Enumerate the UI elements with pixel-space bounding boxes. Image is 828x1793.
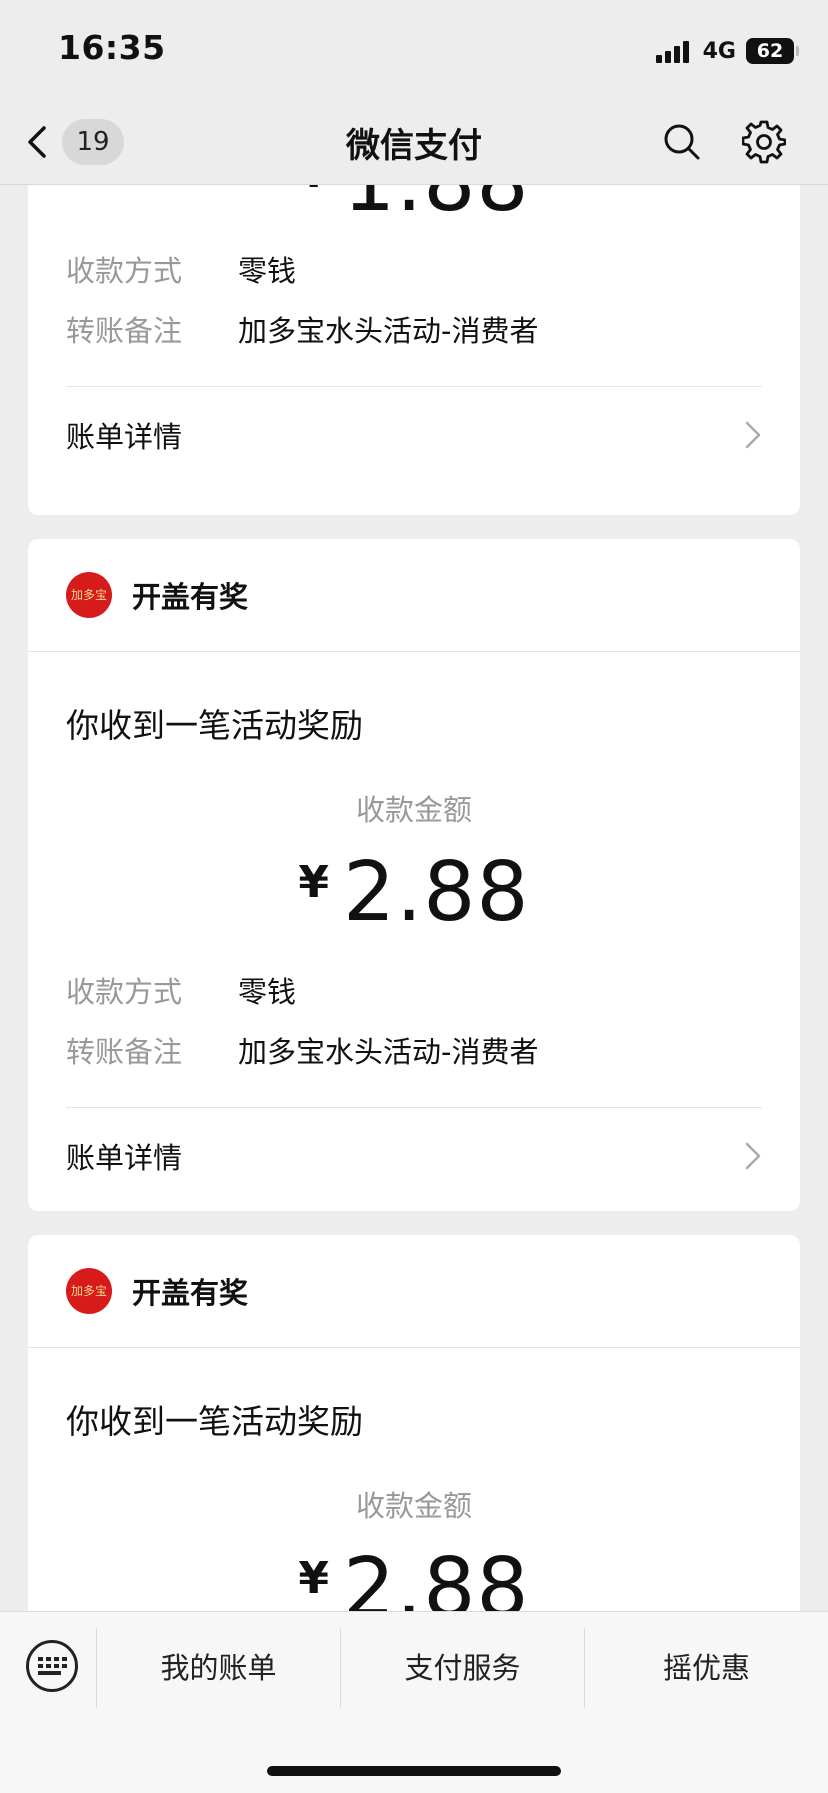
back-arrow-icon [28,126,46,158]
keyboard-icon [37,1657,67,1675]
payment-card: 加多宝 开盖有奖 你收到一笔活动奖励 收款金额 ¥2.88 收款方式 零钱 转账… [28,539,800,1211]
amount-label: 收款金额 [355,1489,472,1523]
brand-logo-text: 加多宝 [70,587,107,602]
transfer-note-label: 转账备注 [66,314,183,348]
divider [66,386,762,387]
payment-method-value: 零钱 [238,975,297,1009]
amount: ¥2.88 [28,1541,800,1611]
transfer-note-value: 加多宝水头活动-消费者 [238,314,539,348]
battery-icon: 62 [746,38,799,64]
status-time: 16:35 [58,28,166,67]
brand-logo: 加多宝 [66,1268,112,1314]
transfer-note-row: 转账备注 加多宝水头活动-消费者 [66,308,538,350]
search-button[interactable] [658,118,706,166]
payment-card: 加多宝 开盖有奖 你收到一笔活动奖励 收款金额 ¥2.88 [28,1235,800,1611]
chevron-right-icon [745,1142,761,1170]
brand-logo: 加多宝 [66,572,112,618]
bill-detail-link[interactable]: 账单详情 [66,1128,762,1184]
chevron-right-icon [745,421,761,449]
nav-bar: 19 微信支付 [0,100,828,185]
amount-value: 2.88 [343,845,530,940]
status-bar: 16:35 4G 62 [0,0,828,100]
message-title: 你收到一笔活动奖励 [66,706,363,745]
brand-logo-text: 加多宝 [70,1283,107,1298]
payment-method-row: 收款方式 零钱 [66,969,296,1011]
bill-detail-label: 账单详情 [66,1141,183,1175]
amount-label: 收款金额 [355,793,472,827]
amount-value: 1.88 [343,185,530,230]
home-indicator[interactable] [267,1766,561,1776]
card-header[interactable]: 加多宝 开盖有奖 [28,1235,800,1348]
currency-symbol: ¥ [298,1553,330,1604]
payment-method-label: 收款方式 [66,975,183,1009]
payment-method-label: 收款方式 [66,254,183,288]
tab-my-bills[interactable]: 我的账单 [97,1626,340,1706]
signal-icon [655,39,689,63]
battery-level: 62 [756,40,784,62]
message-title: 你收到一笔活动奖励 [66,1402,363,1441]
payment-method-row: 收款方式 零钱 [66,248,296,290]
brand-name: 开盖有奖 [132,580,249,614]
currency-symbol: ¥ [298,857,330,908]
card-header[interactable]: 加多宝 开盖有奖 [28,539,800,652]
tab-payment-services[interactable]: 支付服务 [341,1626,584,1706]
back-button[interactable]: 19 [22,114,124,170]
brand-name: 开盖有奖 [132,1276,249,1310]
transfer-note-row: 转账备注 加多宝水头活动-消费者 [66,1029,538,1071]
gear-icon [742,120,786,164]
transfer-note-label: 转账备注 [66,1035,183,1069]
tab-shake-deals[interactable]: 摇优惠 [585,1626,828,1706]
bill-detail-label: 账单详情 [66,420,183,454]
search-icon [664,124,700,160]
bill-detail-link[interactable]: 账单详情 [66,407,762,463]
divider [66,1107,762,1108]
keyboard-button[interactable] [26,1640,78,1692]
transfer-note-value: 加多宝水头活动-消费者 [238,1035,539,1069]
amount: ¥1.88 [28,185,800,230]
unread-badge: 19 [62,119,124,165]
status-indicators: 4G 62 [655,34,799,68]
message-list[interactable]: ¥1.88 收款方式 零钱 转账备注 加多宝水头活动-消费者 账单详情 加多宝 … [0,185,828,1611]
settings-button[interactable] [740,118,788,166]
amount-value: 2.88 [343,1541,530,1611]
payment-method-value: 零钱 [238,254,297,288]
network-type: 4G [702,38,736,64]
amount: ¥2.88 [28,845,800,940]
currency-symbol: ¥ [298,185,329,198]
payment-card: ¥1.88 收款方式 零钱 转账备注 加多宝水头活动-消费者 账单详情 [28,185,800,515]
